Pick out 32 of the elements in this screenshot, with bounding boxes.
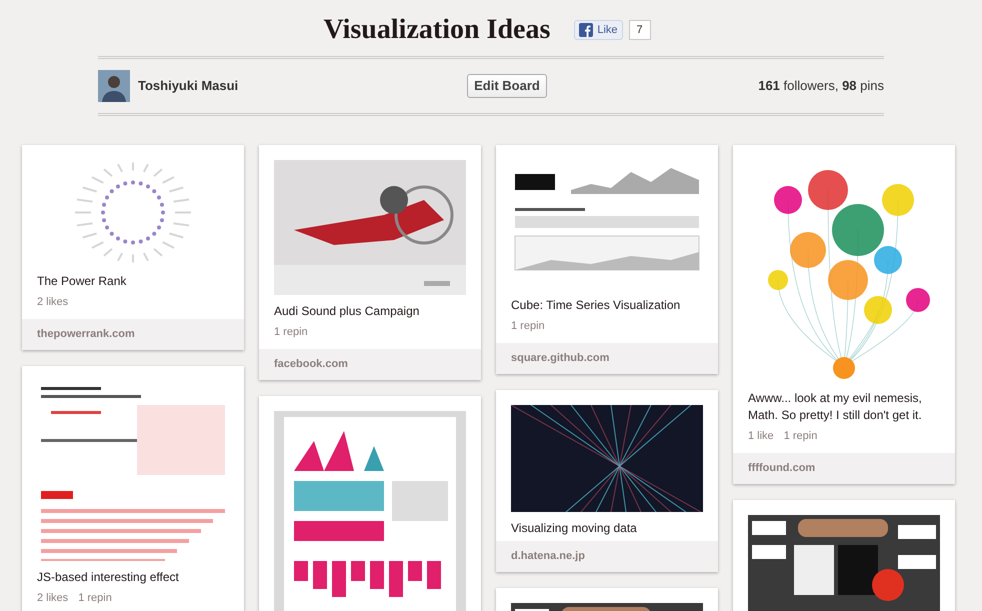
pin-stat[interactable]: 2 likes [37, 294, 68, 310]
pin-description: JS-based interesting effect [37, 568, 180, 586]
pin-description: Awww... look at my evil nemesis, Math. So pretty! I still don't get it. [748, 390, 923, 424]
pin-card[interactable]: Cube: Time Series Visualization 1 repin square.github.com [496, 145, 718, 374]
like-count: 7 [628, 20, 651, 40]
pin-stat[interactable]: 1 repin [784, 428, 818, 444]
source-link[interactable]: ffffound.com [748, 460, 816, 476]
source-link[interactable]: square.github.com [511, 350, 610, 366]
pin-stat[interactable]: 1 repin [274, 324, 308, 340]
source-link[interactable]: facebook.com [274, 356, 348, 372]
board-stats: 161 followers, 98 pins [758, 77, 884, 96]
pin-description: The Power Rank [37, 273, 128, 290]
pin-stat[interactable]: 1 repin [511, 318, 545, 334]
pin-stat[interactable]: 1 repin [78, 590, 112, 606]
owner-name[interactable]: Toshiyuki Masui [138, 76, 238, 96]
pin-card[interactable]: Audi Sound plus Campaign 1 repin facebook.com [259, 145, 481, 380]
facebook-icon [579, 23, 594, 37]
board-title: Visualization Ideas [323, 13, 550, 47]
pin-card[interactable]: Awww... look at my evil nemesis, Math. So pretty! I still don't get it. 1 like 1 repin ffffound.com [733, 145, 955, 484]
source-link[interactable]: thepowerrank.com [37, 326, 135, 342]
pin-card[interactable]: Visualizing moving data d.hatena.ne.jp [496, 390, 718, 572]
pin-description: Visualizing moving data [511, 520, 638, 536]
pin-description: Cube: Time Series Visualization [511, 297, 682, 314]
like-button[interactable]: Like [574, 20, 623, 40]
pin-card[interactable]: JS-based interesting effect 2 likes 1 repin [22, 366, 244, 611]
edit-board-button[interactable]: Edit Board [467, 74, 547, 98]
source-link[interactable]: d.hatena.ne.jp [511, 548, 585, 564]
pin-stat[interactable]: 1 like [748, 428, 774, 444]
pin-card[interactable]: The Power Rank 2 likes thepowerrank.com [22, 145, 244, 350]
pin-description: Audi Sound plus Campaign [274, 303, 420, 320]
pin-stat[interactable]: 2 likes [37, 590, 68, 606]
avatar [98, 70, 130, 102]
